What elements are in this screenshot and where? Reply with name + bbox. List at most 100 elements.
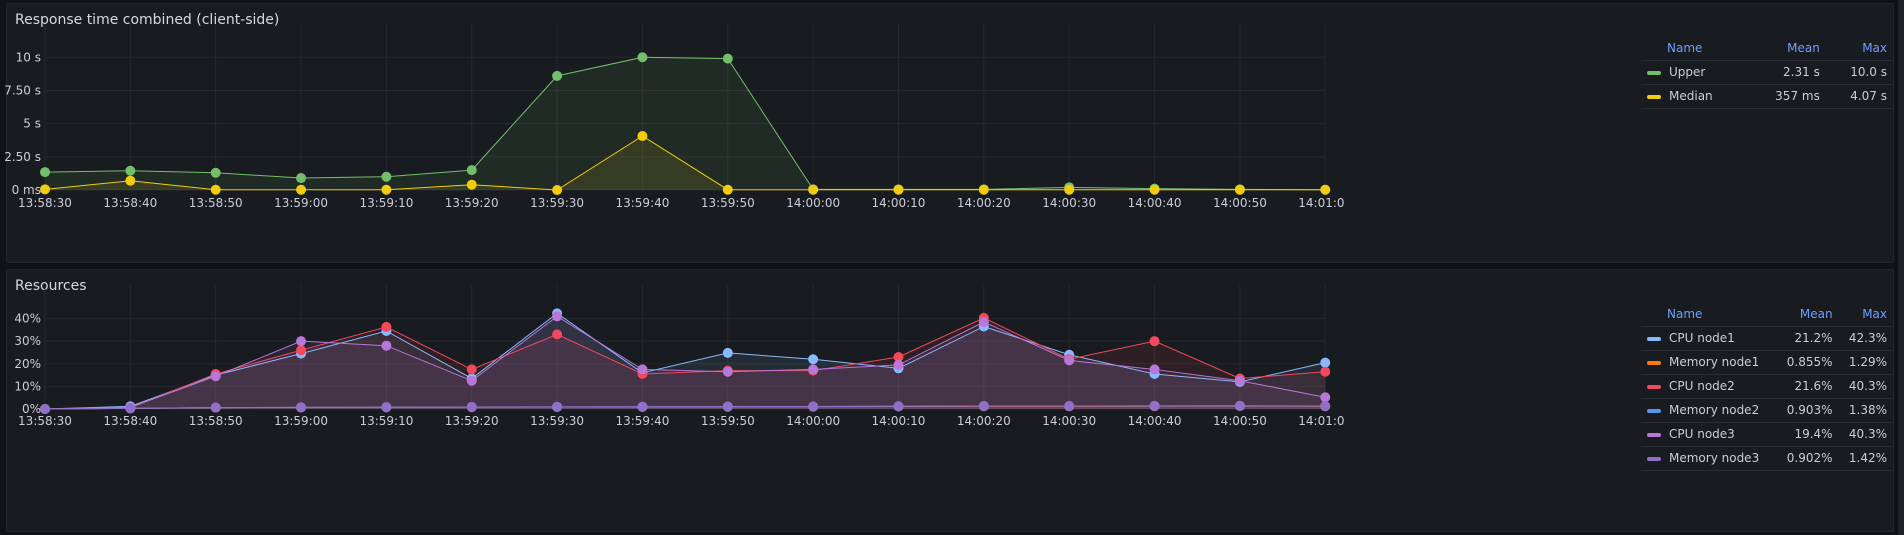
- legend-row-median[interactable]: Median 357 ms 4.07 s: [1641, 84, 1893, 109]
- data-point-memory-node3[interactable]: [1234, 400, 1245, 411]
- data-point-memory-node3[interactable]: [1064, 401, 1075, 412]
- legend-series-name[interactable]: CPU node1: [1641, 326, 1776, 351]
- data-point-median[interactable]: [978, 184, 989, 195]
- data-point-memory-node3[interactable]: [722, 401, 733, 412]
- legend-series-name[interactable]: CPU node3: [1641, 422, 1776, 447]
- x-tick-label: 14:00:20: [957, 414, 1011, 428]
- data-point-upper[interactable]: [381, 171, 392, 182]
- x-tick-label: 13:59:20: [445, 196, 499, 210]
- data-point-upper[interactable]: [296, 173, 307, 184]
- data-point-upper[interactable]: [40, 167, 50, 178]
- data-point-cpu-node1[interactable]: [808, 354, 819, 365]
- legend-header-mean[interactable]: Mean: [1747, 37, 1826, 61]
- data-point-median[interactable]: [210, 184, 221, 195]
- data-point-cpu-node3[interactable]: [296, 336, 307, 347]
- x-tick-label: 13:59:20: [445, 414, 499, 428]
- data-point-cpu-node2[interactable]: [552, 329, 563, 340]
- legend-series-name[interactable]: Median: [1641, 84, 1748, 109]
- data-point-memory-node3[interactable]: [978, 401, 989, 412]
- data-point-cpu-node3[interactable]: [1234, 375, 1245, 386]
- legend-series-name[interactable]: Memory node1: [1641, 350, 1776, 375]
- data-point-cpu-node3[interactable]: [552, 311, 563, 322]
- data-point-memory-node3[interactable]: [893, 401, 904, 412]
- data-point-median[interactable]: [40, 184, 50, 195]
- legend-series-name[interactable]: Upper: [1641, 60, 1748, 85]
- data-point-cpu-node3[interactable]: [893, 359, 904, 370]
- data-point-memory-node3[interactable]: [552, 401, 563, 412]
- data-point-median[interactable]: [296, 184, 307, 195]
- data-point-cpu-node3[interactable]: [978, 316, 989, 327]
- legend-row-memory-node2[interactable]: Memory node2 0.903% 1.38%: [1641, 398, 1893, 423]
- data-point-median[interactable]: [1149, 184, 1160, 195]
- data-point-memory-node3[interactable]: [381, 402, 392, 413]
- data-point-cpu-node1[interactable]: [1320, 357, 1331, 368]
- x-tick-label: 13:59:00: [274, 196, 328, 210]
- legend-color-swatch: [1647, 360, 1661, 365]
- legend-header-max[interactable]: Max: [1825, 37, 1893, 61]
- data-point-upper[interactable]: [637, 52, 648, 63]
- data-point-cpu-node3[interactable]: [466, 375, 477, 386]
- legend-header-name[interactable]: Name: [1641, 37, 1748, 61]
- data-point-cpu-node3[interactable]: [381, 340, 392, 351]
- legend-row-cpu-node2[interactable]: CPU node2 21.6% 40.3%: [1641, 374, 1893, 399]
- data-point-upper[interactable]: [722, 53, 733, 64]
- data-point-memory-node3[interactable]: [808, 401, 819, 412]
- data-point-memory-node3[interactable]: [296, 402, 307, 413]
- data-point-median[interactable]: [1064, 184, 1075, 195]
- legend-row-upper[interactable]: Upper 2.31 s 10.0 s: [1641, 60, 1893, 85]
- data-point-median[interactable]: [381, 184, 392, 195]
- legend-header-max[interactable]: Max: [1838, 303, 1893, 327]
- legend-row-memory-node3[interactable]: Memory node3 0.902% 1.42%: [1641, 446, 1893, 471]
- data-point-cpu-node3[interactable]: [210, 371, 221, 382]
- legend-series-name[interactable]: Memory node2: [1641, 398, 1776, 423]
- legend-row-cpu-node1[interactable]: CPU node1 21.2% 42.3%: [1641, 326, 1893, 351]
- data-point-cpu-node3[interactable]: [1149, 364, 1160, 375]
- legend-header-name[interactable]: Name: [1641, 303, 1776, 327]
- legend-max-value: 1.38%: [1838, 398, 1893, 423]
- x-tick-label: 14:00:30: [1042, 414, 1096, 428]
- legend-row-memory-node1[interactable]: Memory node1 0.855% 1.29%: [1641, 350, 1893, 375]
- data-point-upper[interactable]: [466, 165, 477, 176]
- data-point-upper[interactable]: [552, 70, 563, 81]
- x-tick-label: 14:00:10: [872, 196, 926, 210]
- data-point-memory-node3[interactable]: [125, 403, 136, 414]
- data-point-median[interactable]: [1234, 184, 1245, 195]
- data-point-upper[interactable]: [125, 165, 136, 176]
- legend-series-name[interactable]: CPU node2: [1641, 374, 1776, 399]
- data-point-upper[interactable]: [210, 167, 221, 178]
- data-point-cpu-node2[interactable]: [466, 364, 477, 375]
- data-point-cpu-node1[interactable]: [722, 347, 733, 358]
- data-point-median[interactable]: [125, 175, 136, 186]
- legend-header-mean[interactable]: Mean: [1775, 303, 1839, 327]
- legend-row-cpu-node3[interactable]: CPU node3 19.4% 40.3%: [1641, 422, 1893, 447]
- data-point-median[interactable]: [466, 179, 477, 190]
- data-point-cpu-node3[interactable]: [808, 364, 819, 375]
- data-point-memory-node3[interactable]: [40, 404, 50, 414]
- page-scrollbar[interactable]: [1898, 0, 1904, 535]
- data-point-cpu-node3[interactable]: [722, 366, 733, 377]
- data-point-memory-node3[interactable]: [637, 401, 648, 412]
- x-tick-label: 14:00:20: [957, 196, 1011, 210]
- data-point-cpu-node2[interactable]: [296, 345, 307, 356]
- data-point-median[interactable]: [637, 130, 648, 141]
- data-point-cpu-node3[interactable]: [1320, 392, 1331, 403]
- data-point-median[interactable]: [808, 184, 819, 195]
- legend-mean-value: 0.902%: [1775, 446, 1839, 471]
- data-point-cpu-node3[interactable]: [637, 364, 648, 375]
- data-point-cpu-node2[interactable]: [1320, 366, 1331, 377]
- data-point-memory-node3[interactable]: [210, 402, 221, 413]
- data-point-memory-node3[interactable]: [1320, 401, 1331, 412]
- data-point-cpu-node2[interactable]: [1149, 336, 1160, 347]
- data-point-cpu-node2[interactable]: [381, 321, 392, 332]
- legend-series-name[interactable]: Memory node3: [1641, 446, 1776, 471]
- data-point-median[interactable]: [1320, 184, 1331, 195]
- data-point-median[interactable]: [552, 185, 563, 195]
- data-point-cpu-node3[interactable]: [1064, 355, 1075, 366]
- data-point-median[interactable]: [893, 184, 904, 195]
- legend-max-value: 4.07 s: [1825, 84, 1893, 109]
- data-point-memory-node3[interactable]: [466, 401, 477, 412]
- data-point-memory-node3[interactable]: [1149, 400, 1160, 411]
- data-point-median[interactable]: [722, 184, 733, 195]
- legend-color-swatch: [1647, 432, 1661, 437]
- x-tick-label: 13:59:00: [274, 414, 328, 428]
